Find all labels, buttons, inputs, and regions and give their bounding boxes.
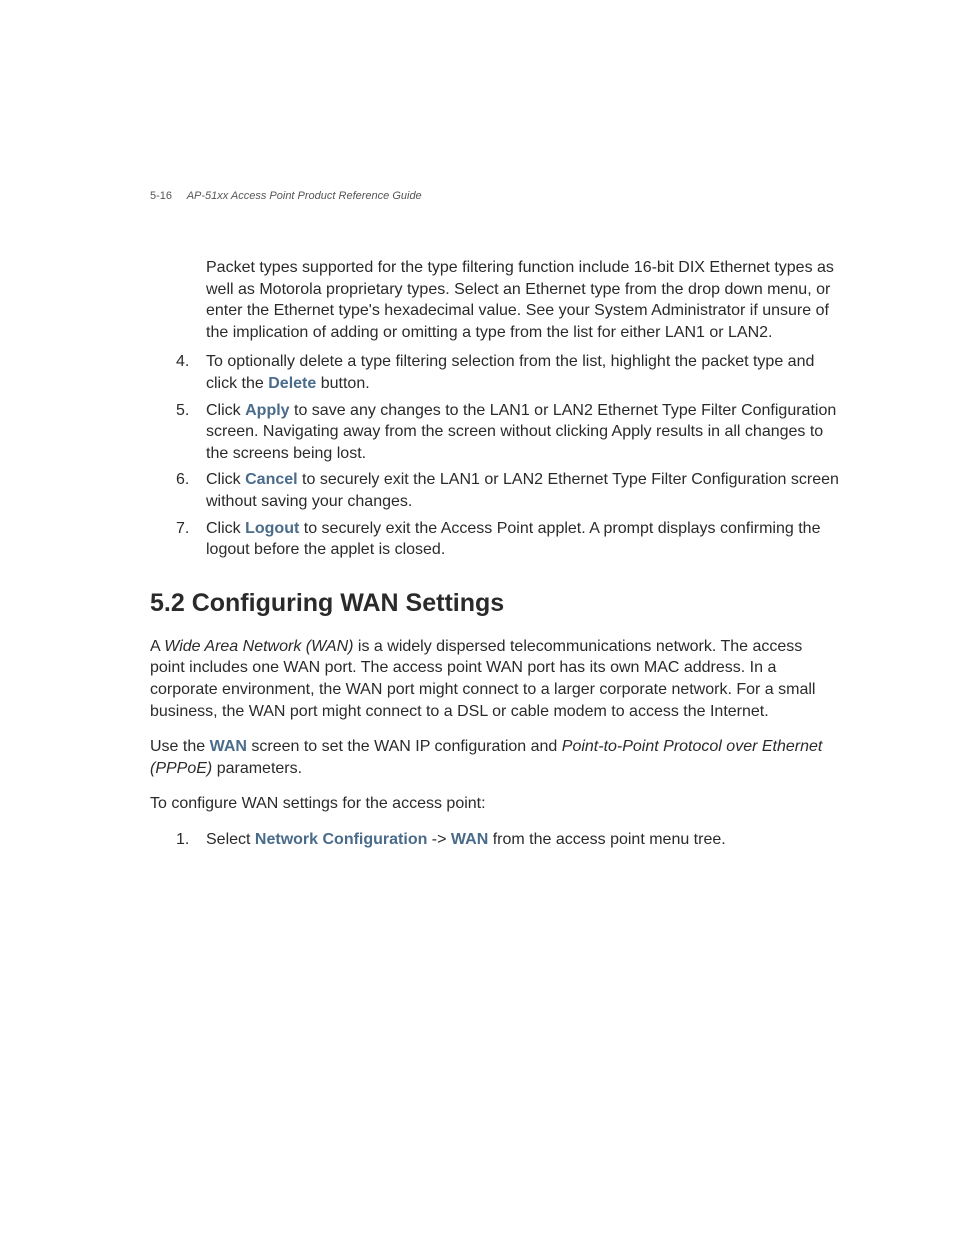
wan-keyword: WAN	[210, 738, 247, 755]
para-text: A	[150, 638, 164, 655]
step-6: 6. Click Cancel to securely exit the LAN…	[150, 469, 839, 512]
step-body: Click Logout to securely exit the Access…	[206, 518, 839, 561]
page-container: 5-16 AP-51xx Access Point Product Refere…	[0, 0, 954, 850]
step-text: to save any changes to the LAN1 or LAN2 …	[206, 402, 836, 462]
preamble-paragraph: Packet types supported for the type filt…	[206, 257, 839, 343]
step-7: 7. Click Logout to securely exit the Acc…	[150, 518, 839, 561]
step-text: Select	[206, 831, 255, 848]
step-body: Click Cancel to securely exit the LAN1 o…	[206, 469, 839, 512]
cancel-keyword: Cancel	[245, 471, 297, 488]
step-number: 6.	[150, 469, 206, 491]
step-text: Click	[206, 471, 245, 488]
para-text: parameters.	[212, 760, 302, 777]
wan-paragraph-2: Use the WAN screen to set the WAN IP con…	[150, 736, 839, 779]
para-text: Use the	[150, 738, 210, 755]
delete-keyword: Delete	[268, 375, 316, 392]
step-text: from the access point menu tree.	[488, 831, 725, 848]
network-configuration-keyword: Network Configuration	[255, 831, 427, 848]
step-number: 5.	[150, 400, 206, 422]
logout-keyword: Logout	[245, 520, 299, 537]
steps-list-a: 4. To optionally delete a type filtering…	[150, 351, 839, 560]
doc-title: AP-51xx Access Point Product Reference G…	[187, 190, 422, 202]
steps-list-b: 1. Select Network Configuration -> WAN f…	[150, 829, 839, 851]
wan-paragraph-1: A Wide Area Network (WAN) is a widely di…	[150, 636, 839, 722]
step-number: 7.	[150, 518, 206, 540]
step-body: Select Network Configuration -> WAN from…	[206, 829, 839, 851]
wan-paragraph-3: To configure WAN settings for the access…	[150, 793, 839, 815]
step-body: Click Apply to save any changes to the L…	[206, 400, 839, 465]
step-text: Click	[206, 402, 245, 419]
step-text: button.	[316, 375, 369, 392]
step-body: To optionally delete a type filtering se…	[206, 351, 839, 394]
wan-keyword: WAN	[451, 831, 488, 848]
step-text: ->	[427, 831, 451, 848]
para-text: screen to set the WAN IP configuration a…	[247, 738, 562, 755]
wan-term: Wide Area Network (WAN)	[164, 638, 353, 655]
apply-keyword: Apply	[245, 402, 289, 419]
step-number: 4.	[150, 351, 206, 373]
step-text: to securely exit the Access Point applet…	[206, 520, 820, 559]
step-text: to securely exit the LAN1 or LAN2 Ethern…	[206, 471, 839, 510]
page-number: 5-16	[150, 190, 172, 202]
step-5: 5. Click Apply to save any changes to th…	[150, 400, 839, 465]
step-number: 1.	[150, 829, 206, 851]
step-4: 4. To optionally delete a type filtering…	[150, 351, 839, 394]
step-text: Click	[206, 520, 245, 537]
step-b-1: 1. Select Network Configuration -> WAN f…	[150, 829, 839, 851]
section-heading: 5.2 Configuring WAN Settings	[150, 589, 839, 618]
running-header: 5-16 AP-51xx Access Point Product Refere…	[150, 190, 839, 202]
